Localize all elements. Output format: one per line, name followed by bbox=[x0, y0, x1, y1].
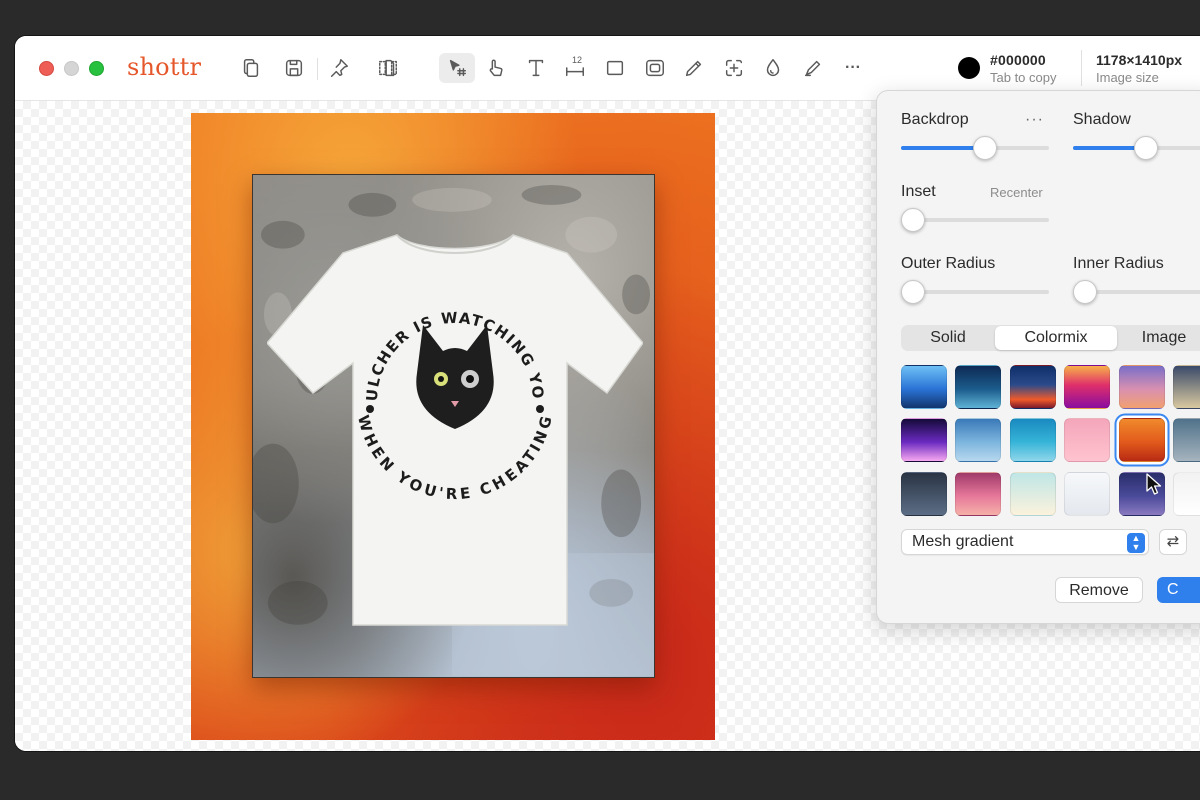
image-size-value: 1178×1410px bbox=[1096, 52, 1183, 68]
rectangle-tool-button[interactable] bbox=[598, 53, 632, 83]
fill-type-segmented-control: Solid Colormix Image bbox=[901, 325, 1200, 351]
close-window-button[interactable] bbox=[39, 61, 54, 76]
gradient-swatch[interactable] bbox=[901, 472, 947, 516]
backdrop-gradient: PULCHER IS WATCHING YOU WHEN YOU'RE CHEA… bbox=[191, 113, 715, 740]
more-icon: ··· bbox=[845, 59, 861, 76]
toolbar-divider bbox=[1081, 50, 1082, 86]
backdrop-panel: Backdrop ··· Shadow Inset Recenter Outer… bbox=[876, 90, 1200, 624]
gradient-swatch[interactable] bbox=[1010, 365, 1056, 409]
inset-slider[interactable] bbox=[901, 208, 1049, 232]
highlighter-tool-button[interactable] bbox=[796, 53, 830, 83]
blur-tool-button[interactable] bbox=[638, 53, 672, 83]
blur-icon bbox=[646, 59, 664, 77]
gradient-swatch[interactable] bbox=[955, 365, 1001, 409]
backdrop-label: Backdrop bbox=[901, 111, 969, 128]
gradient-swatch[interactable] bbox=[1010, 418, 1056, 462]
tab-colormix[interactable]: Colormix bbox=[995, 326, 1117, 350]
toolbar-divider bbox=[317, 58, 318, 80]
tshirt-graphic: PULCHER IS WATCHING YOU WHEN YOU'RE CHEA… bbox=[267, 223, 643, 626]
color-swatch[interactable] bbox=[958, 57, 980, 79]
outer-radius-label: Outer Radius bbox=[901, 255, 996, 272]
screenshot-image[interactable]: PULCHER IS WATCHING YOU WHEN YOU'RE CHEA… bbox=[252, 174, 655, 678]
gradient-swatch[interactable] bbox=[1173, 472, 1200, 516]
drop-icon bbox=[766, 59, 780, 76]
gradient-swatch[interactable] bbox=[901, 418, 947, 462]
copy-button[interactable] bbox=[234, 53, 268, 83]
gradient-swatch[interactable] bbox=[1173, 365, 1200, 409]
app-logo: shottr bbox=[127, 53, 202, 81]
inner-radius-slider[interactable] bbox=[1073, 280, 1200, 304]
image-size-label: Image size bbox=[1096, 70, 1159, 85]
copy-icon bbox=[243, 59, 259, 77]
gradient-swatch-selected[interactable] bbox=[1119, 418, 1165, 462]
inset-slider-knob[interactable] bbox=[901, 208, 925, 232]
gradient-type-value: Mesh gradient bbox=[912, 533, 1014, 550]
mouse-cursor-icon bbox=[1146, 473, 1162, 495]
outer-radius-slider[interactable] bbox=[901, 280, 1049, 304]
remove-button[interactable]: Remove bbox=[1055, 577, 1143, 603]
maximize-window-button[interactable] bbox=[89, 61, 104, 76]
highlighter-icon bbox=[804, 60, 821, 77]
gradient-type-select[interactable]: Mesh gradient ▲ ▼ bbox=[901, 529, 1149, 555]
crop-tool-button[interactable] bbox=[717, 53, 751, 83]
tab-image[interactable]: Image bbox=[1129, 325, 1199, 351]
backdrop-slider-knob[interactable] bbox=[973, 136, 998, 160]
gradient-swatch[interactable] bbox=[1064, 418, 1110, 462]
pointer-button[interactable] bbox=[479, 53, 513, 83]
rectangle-icon bbox=[606, 60, 624, 76]
confirm-button[interactable]: C bbox=[1157, 577, 1200, 603]
gradient-swatch[interactable] bbox=[1064, 472, 1110, 516]
layers-button[interactable] bbox=[371, 53, 405, 83]
recenter-button[interactable]: Recenter bbox=[990, 185, 1043, 200]
more-button[interactable]: ··· bbox=[836, 53, 870, 83]
tab-solid[interactable]: Solid bbox=[901, 325, 995, 351]
layers-icon bbox=[379, 59, 397, 77]
color-hint: Tab to copy bbox=[990, 70, 1057, 85]
save-icon bbox=[285, 59, 303, 77]
gradient-swatch[interactable] bbox=[955, 418, 1001, 462]
chevron-updown-icon: ▲ ▼ bbox=[1127, 533, 1145, 553]
pin-icon bbox=[330, 59, 348, 77]
drop-tool-button[interactable] bbox=[756, 53, 790, 83]
backdrop-more-icon[interactable]: ··· bbox=[1025, 111, 1044, 129]
crop-icon bbox=[725, 59, 743, 77]
text-icon bbox=[528, 59, 544, 77]
gradient-swatch[interactable] bbox=[955, 472, 1001, 516]
gradient-swatch[interactable] bbox=[1064, 365, 1110, 409]
shadow-slider-knob[interactable] bbox=[1134, 136, 1158, 160]
inner-radius-label: Inner Radius bbox=[1073, 255, 1164, 272]
minimize-window-button[interactable] bbox=[64, 61, 79, 76]
swap-arrows-icon[interactable]: ⇄ bbox=[1159, 529, 1187, 555]
select-tool-icon bbox=[449, 59, 466, 77]
inner-radius-slider-knob[interactable] bbox=[1073, 280, 1097, 304]
backdrop-slider[interactable] bbox=[901, 136, 1049, 160]
outer-radius-slider-knob[interactable] bbox=[901, 280, 925, 304]
select-tool-button[interactable] bbox=[439, 53, 475, 83]
inset-label: Inset bbox=[901, 183, 936, 200]
ruler-number: 12 bbox=[572, 55, 583, 65]
shadow-slider[interactable] bbox=[1073, 136, 1200, 160]
shadow-label: Shadow bbox=[1073, 111, 1131, 128]
pin-button[interactable] bbox=[322, 53, 356, 83]
pencil-tool-button[interactable] bbox=[677, 53, 711, 83]
save-button[interactable] bbox=[277, 53, 311, 83]
gradient-swatch[interactable] bbox=[901, 365, 947, 409]
pencil-icon bbox=[685, 60, 702, 77]
gradient-swatch[interactable] bbox=[1119, 365, 1165, 409]
pointer-icon bbox=[489, 59, 503, 77]
color-hex: #000000 bbox=[990, 52, 1046, 68]
text-tool-button[interactable] bbox=[519, 53, 553, 83]
ruler-tool-button[interactable]: 12 bbox=[558, 53, 592, 83]
gradient-swatch[interactable] bbox=[1173, 418, 1200, 462]
gradient-swatch[interactable] bbox=[1010, 472, 1056, 516]
